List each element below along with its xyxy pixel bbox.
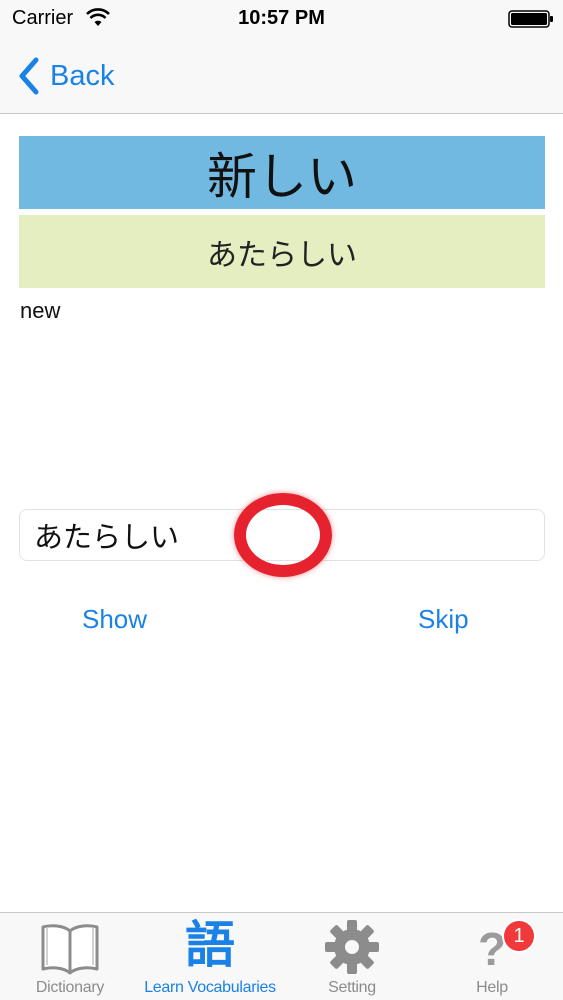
tab-setting-label: Setting: [328, 979, 376, 996]
battery-icon: [508, 10, 553, 28]
status-bar: Carrier 10:57 PM: [0, 0, 563, 40]
tab-learn-vocabularies[interactable]: 語 Learn Vocabularies: [140, 913, 280, 1000]
vocabulary-screen: Carrier 10:57 PM Back 新しい あたらしい new Show…: [0, 0, 563, 1000]
gear-icon: [325, 920, 379, 974]
chevron-left-icon: [19, 57, 39, 95]
tab-learn-vocabularies-label: Learn Vocabularies: [144, 979, 276, 996]
tab-dictionary-label: Dictionary: [35, 979, 105, 996]
meaning-text: new: [20, 298, 61, 323]
skip-button[interactable]: Skip: [418, 604, 469, 635]
back-label: Back: [50, 59, 115, 92]
status-time: 10:57 PM: [238, 7, 325, 29]
tab-help-label: Help: [476, 979, 508, 996]
tab-bar: Dictionary 語 Learn Vocabularies Setting …: [0, 912, 563, 1000]
answer-field[interactable]: [19, 509, 545, 561]
answer-input[interactable]: [34, 510, 534, 560]
navigation-bar: Back: [0, 40, 563, 114]
notification-badge: 1: [502, 919, 536, 953]
kanji-card: 新しい: [19, 136, 545, 209]
question-icon: ?: [477, 923, 507, 975]
tab-help[interactable]: ? 1 Help: [422, 913, 562, 1000]
tab-dictionary[interactable]: Dictionary: [0, 913, 140, 1000]
tab-setting[interactable]: Setting: [282, 913, 422, 1000]
reading-card: あたらしい: [19, 215, 545, 288]
book-icon: [41, 924, 99, 975]
back-button[interactable]: Back: [18, 54, 114, 98]
show-button[interactable]: Show: [82, 604, 147, 635]
kanji-go-icon: 語: [185, 917, 235, 973]
